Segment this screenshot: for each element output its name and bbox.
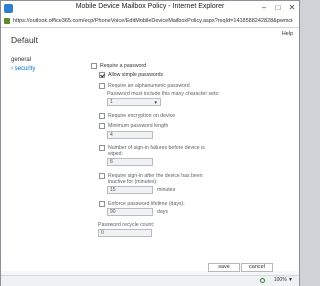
inactive-input[interactable]: 15 — [107, 186, 153, 194]
require-encryption-label: Require encryption on device — [108, 113, 176, 119]
lifetime-label: Enforce password lifetime (days): — [108, 201, 185, 207]
inactive-unit: minutes — [157, 187, 176, 193]
min-length-label: Minimum password length — [108, 123, 169, 129]
zoom-icon[interactable] — [260, 278, 265, 283]
failures-checkbox[interactable] — [99, 145, 105, 151]
failures-input[interactable]: 8 — [107, 158, 153, 166]
minimize-icon[interactable]: – — [257, 2, 271, 14]
char-sets-value: 1 — [110, 99, 113, 105]
cancel-button[interactable]: cancel — [241, 263, 273, 272]
title-bar: Mobile Device Mailbox Policy - Internet … — [1, 1, 299, 17]
status-bar: 100% ▼ — [1, 275, 299, 286]
inactive-checkbox[interactable] — [99, 173, 105, 179]
allow-simple-label: Allow simple passwords — [108, 72, 164, 78]
min-length-input[interactable]: 4 — [107, 131, 153, 139]
nav-item-general[interactable]: general — [11, 57, 31, 63]
recycle-label: Password recycle count: — [98, 222, 155, 228]
require-password-label: Require a password — [100, 63, 147, 69]
require-encryption-checkbox[interactable] — [99, 113, 105, 119]
lifetime-input[interactable]: 90 — [107, 208, 153, 216]
dialog-content: Default Help general › security Require … — [1, 28, 299, 271]
page-icon — [4, 18, 10, 24]
inactive-label-line2: inactive for (minutes): — [108, 179, 158, 185]
page-title: Default — [11, 35, 38, 45]
failures-label-line2: wiped: — [108, 151, 123, 157]
url-text[interactable]: https://outlook.office365.com/ecp/PhoneV… — [13, 17, 293, 26]
close-icon[interactable]: ✕ — [285, 2, 299, 14]
nav-item-security-label: security — [14, 66, 36, 72]
nav-item-security[interactable]: › security — [11, 66, 35, 72]
require-password-checkbox[interactable] — [91, 63, 97, 69]
zoom-level[interactable]: 100% ▼ — [274, 277, 293, 283]
zoom-dropdown-icon: ▼ — [288, 277, 293, 283]
zoom-value: 100% — [273, 277, 287, 283]
maximize-icon[interactable]: □ — [271, 2, 285, 14]
allow-simple-checkbox[interactable] — [99, 72, 105, 78]
lifetime-checkbox[interactable] — [99, 201, 105, 207]
char-sets-select[interactable]: 1 ▼ — [107, 98, 161, 106]
browser-window: Mobile Device Mailbox Policy - Internet … — [0, 0, 300, 286]
require-alphanumeric-checkbox[interactable] — [99, 83, 105, 89]
char-sets-label: Password must include this many characte… — [107, 91, 220, 97]
active-marker-icon: › — [11, 66, 13, 72]
help-link[interactable]: Help — [282, 31, 293, 37]
save-button[interactable]: save — [208, 263, 240, 272]
recycle-input[interactable]: 0 — [98, 229, 152, 237]
chevron-down-icon: ▼ — [153, 100, 158, 105]
require-alphanumeric-label: Require an alphanumeric password — [108, 83, 190, 89]
address-bar[interactable]: https://outlook.office365.com/ecp/PhoneV… — [1, 16, 299, 28]
window-title: Mobile Device Mailbox Policy - Internet … — [75, 3, 225, 10]
lifetime-unit: days — [157, 209, 168, 215]
min-length-checkbox[interactable] — [99, 123, 105, 129]
